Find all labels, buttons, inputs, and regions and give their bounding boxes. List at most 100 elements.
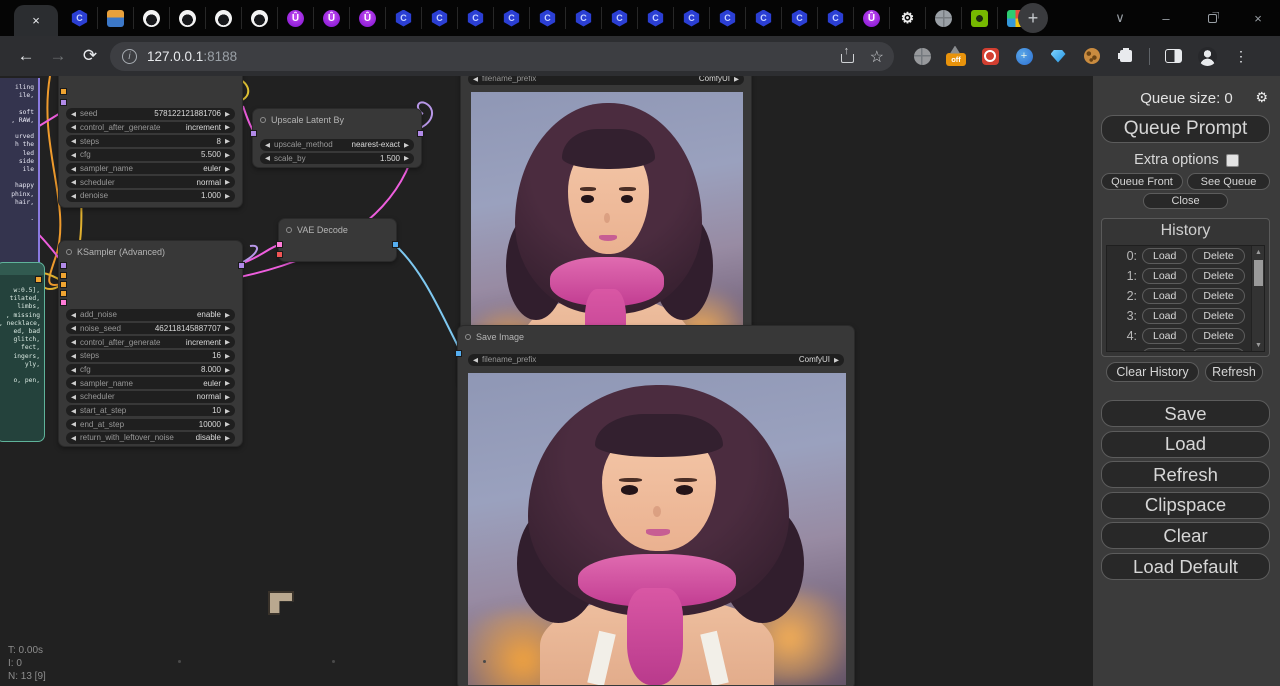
close-button[interactable]: Close xyxy=(1143,193,1228,209)
node-widget[interactable]: ◀ seed 578122121881706 ▶ xyxy=(66,108,235,120)
reload-button[interactable]: ⟳ xyxy=(74,46,106,66)
ksampler-advanced-node[interactable]: KSampler (Advanced) ◀ add_noise enable ▶… xyxy=(58,240,243,447)
increment-arrow-icon[interactable]: ▶ xyxy=(225,137,230,145)
decrement-arrow-icon[interactable]: ◀ xyxy=(71,324,76,332)
pinned-tab[interactable]: Û xyxy=(277,7,313,29)
increment-arrow-icon[interactable]: ▶ xyxy=(225,393,230,401)
pinned-tab[interactable] xyxy=(961,7,997,29)
history-delete-button[interactable]: Delete xyxy=(1192,288,1244,304)
output-slot[interactable] xyxy=(35,276,42,283)
decrement-arrow-icon[interactable]: ◀ xyxy=(71,311,76,319)
extensions-menu-button[interactable] xyxy=(1109,50,1143,62)
clear-history-button[interactable]: Clear History xyxy=(1106,362,1199,382)
increment-arrow-icon[interactable]: ▶ xyxy=(225,151,230,159)
node-widget[interactable]: ◀ add_noise enable ▶ xyxy=(66,309,235,321)
decrement-arrow-icon[interactable]: ◀ xyxy=(71,407,76,415)
pinned-tab[interactable]: C xyxy=(781,7,817,29)
latent-output-slot[interactable] xyxy=(417,130,424,137)
history-load-button[interactable]: Load xyxy=(1142,288,1187,304)
node-widget[interactable]: ◀ end_at_step 10000 ▶ xyxy=(66,419,235,431)
node-widget[interactable]: ◀ noise_seed 462118145887707 ▶ xyxy=(66,323,235,335)
increment-arrow-icon[interactable]: ▶ xyxy=(734,76,739,83)
queue-front-button[interactable]: Queue Front xyxy=(1101,173,1183,190)
bookmark-star-icon[interactable]: ☆ xyxy=(870,47,884,67)
pinned-tab[interactable] xyxy=(169,7,205,29)
increment-arrow-icon[interactable]: ▶ xyxy=(225,192,230,200)
decrement-arrow-icon[interactable]: ◀ xyxy=(473,76,478,83)
model-input-slot[interactable] xyxy=(60,262,67,269)
node-widget[interactable]: ◀ scheduler normal ▶ xyxy=(66,391,235,403)
decrement-arrow-icon[interactable]: ◀ xyxy=(473,356,478,364)
upscale-latent-node[interactable]: Upscale Latent By ◀ upscale_method neare… xyxy=(252,108,422,168)
sidebar-button[interactable]: Refresh xyxy=(1101,461,1270,488)
scrollbar-thumb[interactable] xyxy=(1254,260,1263,286)
address-bar[interactable]: i 127.0.0.1:8188 ☆ xyxy=(110,42,894,71)
see-queue-button[interactable]: See Queue xyxy=(1187,173,1270,190)
pinned-tab[interactable]: C xyxy=(493,7,529,29)
increment-arrow-icon[interactable]: ▶ xyxy=(225,420,230,428)
history-delete-button[interactable]: Delete xyxy=(1192,328,1244,344)
decrement-arrow-icon[interactable]: ◀ xyxy=(71,352,76,360)
window-close-button[interactable]: × xyxy=(1238,0,1278,36)
side-panel-button[interactable] xyxy=(1156,49,1190,63)
decrement-arrow-icon[interactable]: ◀ xyxy=(71,165,76,173)
latent-input-slot[interactable] xyxy=(60,290,67,297)
decrement-arrow-icon[interactable]: ◀ xyxy=(71,434,76,442)
site-info-icon[interactable]: i xyxy=(122,49,137,64)
decrement-arrow-icon[interactable]: ◀ xyxy=(71,123,76,131)
samples-input-slot[interactable] xyxy=(276,241,283,248)
browser-menu-button[interactable]: ⋮ xyxy=(1224,48,1258,65)
history-load-button[interactable]: Load xyxy=(1142,268,1187,284)
sidebar-button[interactable]: Load xyxy=(1101,431,1270,458)
node-widget[interactable]: ◀ cfg 5.500 ▶ xyxy=(66,149,235,161)
sidebar-button[interactable]: Clear xyxy=(1101,522,1270,549)
ksampler-node[interactable]: ◀ seed 578122121881706 ▶ ◀ control_after… xyxy=(58,76,243,208)
history-load-button[interactable]: Load xyxy=(1142,308,1187,324)
decrement-arrow-icon[interactable]: ◀ xyxy=(265,141,270,149)
decrement-arrow-icon[interactable]: ◀ xyxy=(71,338,76,346)
history-load-button[interactable]: Load xyxy=(1142,248,1187,264)
pinned-tab[interactable]: C xyxy=(62,7,97,29)
scroll-up-icon[interactable]: ▲ xyxy=(1252,246,1265,258)
decrement-arrow-icon[interactable]: ◀ xyxy=(265,154,270,162)
negative-input-slot[interactable] xyxy=(60,281,67,288)
increment-arrow-icon[interactable]: ▶ xyxy=(225,311,230,319)
collapse-dot-icon[interactable] xyxy=(465,334,471,340)
pinned-tab[interactable]: C xyxy=(457,7,493,29)
pinned-tab[interactable] xyxy=(925,7,961,29)
node-widget[interactable]: ◀ cfg 8.000 ▶ xyxy=(66,364,235,376)
history-load-button[interactable]: Load xyxy=(1142,328,1187,344)
pinned-tab[interactable]: Û xyxy=(349,7,385,29)
samples-input-slot[interactable] xyxy=(250,130,257,137)
increment-arrow-icon[interactable]: ▶ xyxy=(225,352,230,360)
pinned-tab[interactable]: C xyxy=(637,7,673,29)
pinned-tab[interactable]: C xyxy=(673,7,709,29)
decrement-arrow-icon[interactable]: ◀ xyxy=(71,192,76,200)
positive-prompt-node[interactable]: iling ile, soft , RAW, urved h the led s… xyxy=(0,78,40,280)
history-delete-button[interactable]: Delete xyxy=(1192,248,1244,264)
positive-input-slot[interactable] xyxy=(60,272,67,279)
latent-output-slot[interactable] xyxy=(238,262,245,269)
collapse-dot-icon[interactable] xyxy=(66,249,72,255)
extension-globe[interactable] xyxy=(905,48,939,65)
history-delete-button[interactable]: Delete xyxy=(1192,308,1244,324)
pinned-tab[interactable] xyxy=(97,7,133,29)
increment-arrow-icon[interactable]: ▶ xyxy=(225,407,230,415)
active-tab[interactable]: × xyxy=(14,5,58,36)
node-graph-canvas[interactable]: iling ile, soft , RAW, urved h the led s… xyxy=(0,76,1093,686)
extension-cookie[interactable] xyxy=(1075,48,1109,64)
pinned-tab[interactable] xyxy=(241,7,277,29)
pinned-tab[interactable] xyxy=(205,7,241,29)
image-output-slot[interactable] xyxy=(392,241,399,248)
increment-arrow-icon[interactable]: ▶ xyxy=(225,178,230,186)
scroll-down-icon[interactable]: ▼ xyxy=(1252,339,1265,351)
node-widget[interactable]: ◀ start_at_step 10 ▶ xyxy=(66,405,235,417)
latent-image-input-slot[interactable] xyxy=(60,299,67,306)
pinned-tab[interactable]: C xyxy=(565,7,601,29)
node-widget[interactable]: ◀ scheduler normal ▶ xyxy=(66,176,235,188)
queue-prompt-button[interactable]: Queue Prompt xyxy=(1101,115,1270,143)
node-widget[interactable]: ◀ filename_prefix ComfyUI ▶ xyxy=(468,76,744,85)
node-widget[interactable]: ◀ control_after_generate increment ▶ xyxy=(66,336,235,348)
node-widget[interactable]: ◀ control_after_generate increment ▶ xyxy=(66,122,235,134)
decrement-arrow-icon[interactable]: ◀ xyxy=(71,420,76,428)
